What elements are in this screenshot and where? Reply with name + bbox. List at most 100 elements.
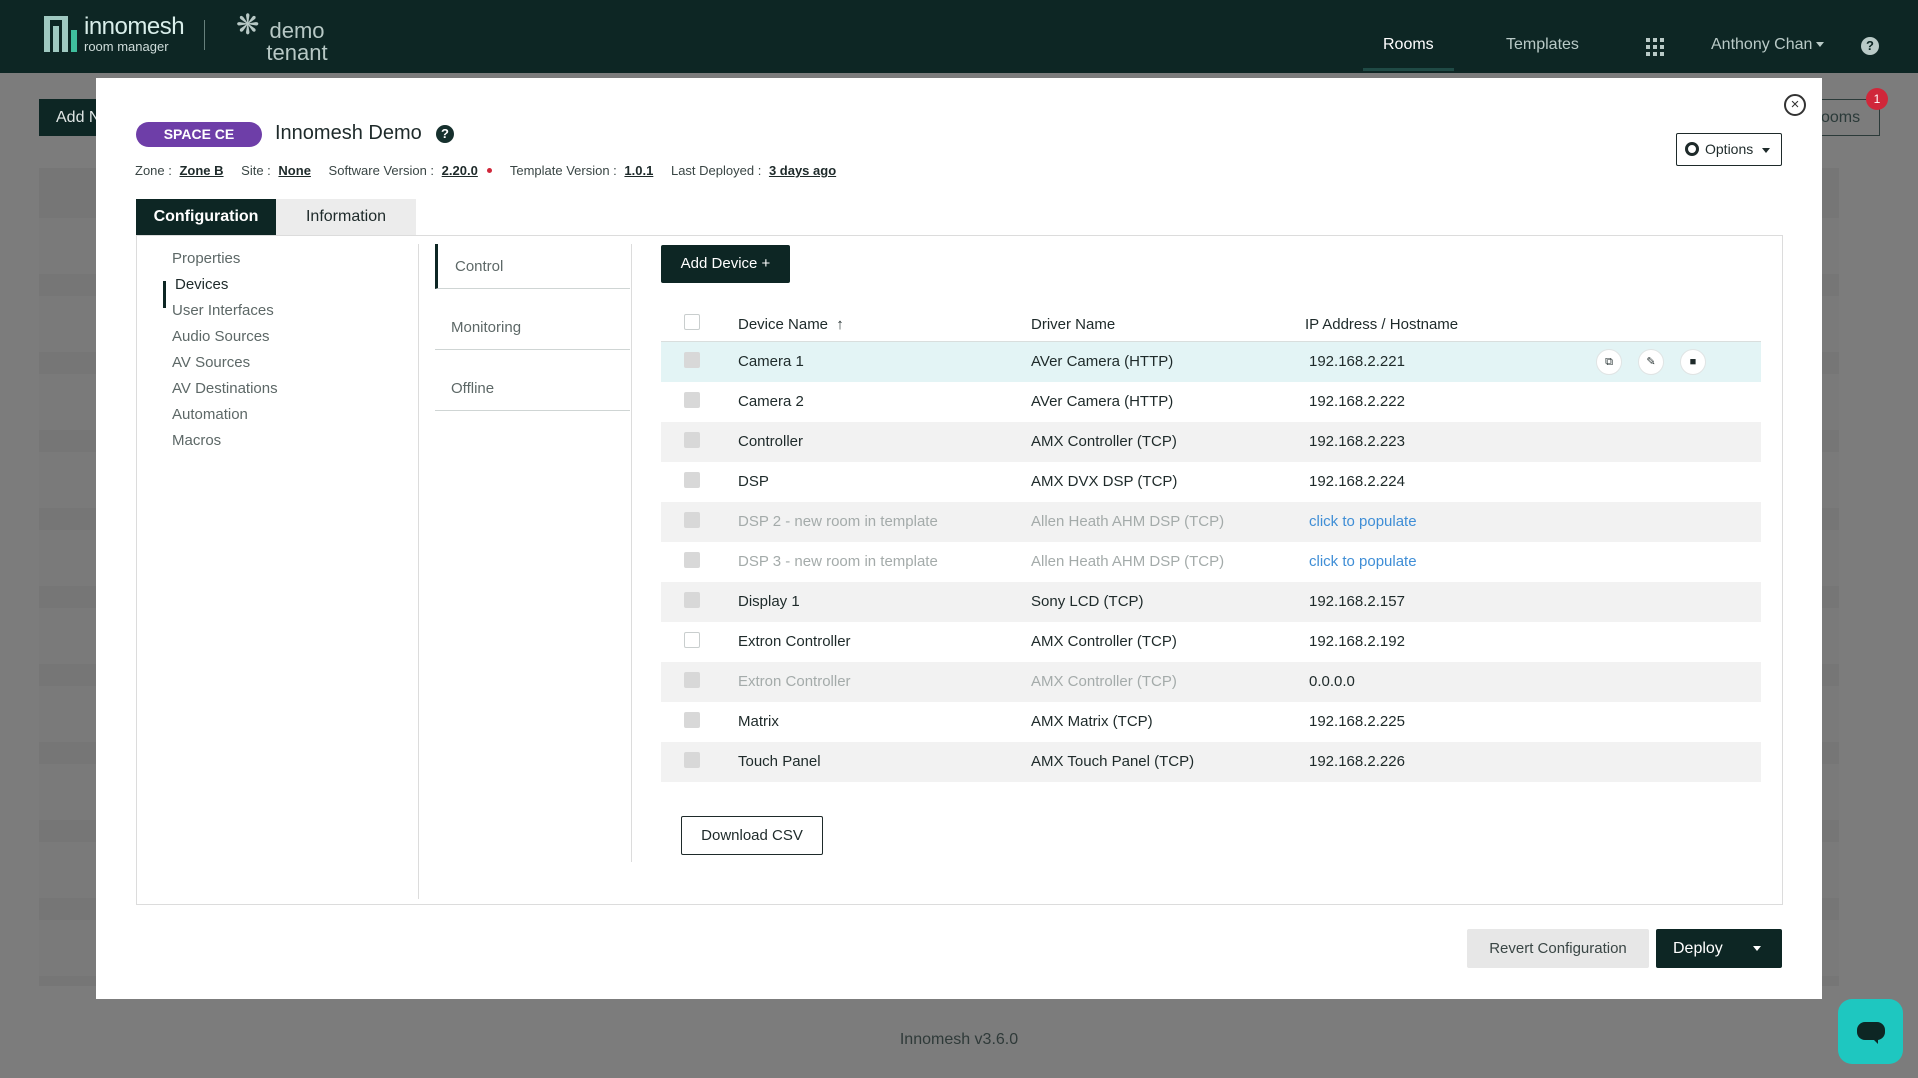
ip-address: 192.168.2.224 <box>1309 473 1405 490</box>
row-checkbox <box>684 592 700 608</box>
sidebar-item-properties[interactable]: Properties <box>172 250 240 267</box>
column-header-device-name[interactable]: Device Name ↑ <box>738 316 844 333</box>
apps-grid-icon[interactable] <box>1646 38 1664 56</box>
sidebar-item-macros[interactable]: Macros <box>172 432 221 449</box>
driver-name: AMX Touch Panel (TCP) <box>1031 753 1195 770</box>
last-deployed-label: Last Deployed : <box>670 163 762 178</box>
column-header-driver-name: Driver Name <box>1031 316 1116 333</box>
ip-address: 192.168.2.192 <box>1309 633 1405 650</box>
populate-ip-link[interactable]: click to populate <box>1309 513 1417 530</box>
driver-name: AMX Controller (TCP) <box>1031 433 1177 450</box>
sort-ascending-icon: ↑ <box>836 316 844 333</box>
tenant-logo-icon: ❋ <box>236 9 260 40</box>
table-row[interactable]: Extron Controller AMX Controller (TCP) 0… <box>661 662 1761 702</box>
download-csv-button[interactable]: Download CSV <box>681 816 823 855</box>
caret-down-icon <box>1816 42 1825 48</box>
app-version: Innomesh v3.6.0 <box>899 1031 1019 1048</box>
row-checkbox <box>684 472 700 488</box>
help-icon[interactable]: ? <box>1861 37 1879 55</box>
subnav-offline[interactable]: Offline <box>435 366 630 411</box>
ip-address: 192.168.2.226 <box>1309 753 1405 770</box>
select-all-checkbox[interactable] <box>684 314 700 330</box>
table-row[interactable]: DSP AMX DVX DSP (TCP) 192.168.2.224 <box>661 462 1761 502</box>
room-title: Innomesh Demo <box>275 122 422 144</box>
template-version-link[interactable]: 1.0.1 <box>624 163 653 178</box>
software-version-label: Software Version : <box>328 163 435 178</box>
chat-button[interactable] <box>1838 999 1903 1064</box>
deploy-button[interactable]: Deploy <box>1656 929 1782 968</box>
options-dropdown[interactable]: Options <box>1676 133 1782 166</box>
nav-active-indicator <box>1363 68 1454 71</box>
device-category-nav: Control Monitoring Offline <box>435 244 632 862</box>
tab-configuration[interactable]: Configuration <box>136 199 276 235</box>
table-row[interactable]: Display 1 Sony LCD (TCP) 192.168.2.157 <box>661 582 1761 622</box>
ip-address: 0.0.0.0 <box>1309 673 1355 690</box>
table-row[interactable]: Controller AMX Controller (TCP) 192.168.… <box>661 422 1761 462</box>
room-meta: Zone : Zone B Site : None Software Versi… <box>135 163 850 178</box>
row-checkbox <box>684 512 700 528</box>
driver-name: AVer Camera (HTTP) <box>1031 393 1174 410</box>
zone-link[interactable]: Zone B <box>179 163 223 178</box>
last-deployed-link[interactable]: 3 days ago <box>769 163 836 178</box>
software-version-link[interactable]: 2.20.0 <box>442 163 478 178</box>
device-name: Extron Controller <box>738 633 851 650</box>
device-name: DSP <box>738 473 769 490</box>
row-checkbox <box>684 432 700 448</box>
device-name: Display 1 <box>738 593 800 610</box>
device-name: DSP 2 - new room in template <box>738 513 938 530</box>
table-row[interactable]: Camera 1 AVer Camera (HTTP) 192.168.2.22… <box>661 342 1761 382</box>
row-checkbox <box>684 712 700 728</box>
sidebar-active-indicator <box>163 281 166 308</box>
row-checkbox[interactable] <box>684 632 700 648</box>
site-label: Site : <box>241 163 271 178</box>
driver-name: Allen Heath AHM DSP (TCP) <box>1031 513 1225 530</box>
driver-name: AMX Matrix (TCP) <box>1031 713 1153 730</box>
sidebar-item-automation[interactable]: Automation <box>172 406 248 423</box>
copy-icon[interactable]: ⧉ <box>1596 349 1622 375</box>
edit-icon[interactable]: ✎ <box>1638 349 1664 375</box>
revert-configuration-button[interactable]: Revert Configuration <box>1467 929 1649 968</box>
subnav-control[interactable]: Control <box>435 244 630 289</box>
sidebar-item-devices[interactable]: Devices <box>175 276 228 293</box>
table-row[interactable]: Extron Controller AMX Controller (TCP) 1… <box>661 622 1761 662</box>
brand-divider <box>204 20 205 50</box>
populate-ip-link[interactable]: click to populate <box>1309 553 1417 570</box>
template-version-label: Template Version : <box>509 163 617 178</box>
update-indicator <box>487 168 493 174</box>
row-checkbox <box>684 752 700 768</box>
caret-down-icon <box>1762 147 1771 153</box>
delete-icon[interactable]: ■ <box>1680 349 1706 375</box>
devices-table-header: Device Name ↑ Driver Name IP Address / H… <box>661 306 1761 342</box>
table-row[interactable]: DSP 2 - new room in template Allen Heath… <box>661 502 1761 542</box>
table-row[interactable]: Touch Panel AMX Touch Panel (TCP) 192.16… <box>661 742 1761 782</box>
tab-information[interactable]: Information <box>276 199 416 235</box>
sidebar-item-av-sources[interactable]: AV Sources <box>172 354 250 371</box>
nav-rooms[interactable]: Rooms <box>1383 36 1434 54</box>
top-navbar: innomesh room manager ❋ demo tenant Room… <box>0 0 1918 73</box>
driver-name: AMX DVX DSP (TCP) <box>1031 473 1178 490</box>
room-config-modal: × SPACE CE Innomesh Demo ? Zone : Zone B… <box>96 78 1822 999</box>
driver-name: AMX Controller (TCP) <box>1031 673 1177 690</box>
add-device-button[interactable]: Add Device + <box>661 245 790 283</box>
gear-icon <box>1685 142 1699 157</box>
nav-templates[interactable]: Templates <box>1506 36 1579 54</box>
column-header-ip-address: IP Address / Hostname <box>1305 316 1459 333</box>
sidebar-item-audio-sources[interactable]: Audio Sources <box>172 328 270 345</box>
table-row[interactable]: Camera 2 AVer Camera (HTTP) 192.168.2.22… <box>661 382 1761 422</box>
sidebar-item-av-destinations[interactable]: AV Destinations <box>172 380 278 397</box>
sidebar-item-user-interfaces[interactable]: User Interfaces <box>172 302 274 319</box>
notification-badge: 1 <box>1866 88 1888 110</box>
help-icon[interactable]: ? <box>436 125 454 143</box>
device-name: Matrix <box>738 713 779 730</box>
configuration-panel: Properties Devices User Interfaces Audio… <box>136 235 1783 905</box>
caret-down-icon[interactable] <box>1753 946 1761 951</box>
site-link[interactable]: None <box>278 163 311 178</box>
row-checkbox <box>684 352 700 368</box>
close-icon[interactable]: × <box>1784 94 1806 116</box>
ip-address: 192.168.2.225 <box>1309 713 1405 730</box>
table-row[interactable]: Matrix AMX Matrix (TCP) 192.168.2.225 <box>661 702 1761 742</box>
subnav-monitoring[interactable]: Monitoring <box>435 305 630 350</box>
options-label: Options <box>1705 141 1754 157</box>
table-row[interactable]: DSP 3 - new room in template Allen Heath… <box>661 542 1761 582</box>
user-menu[interactable]: Anthony Chan <box>1711 36 1825 54</box>
